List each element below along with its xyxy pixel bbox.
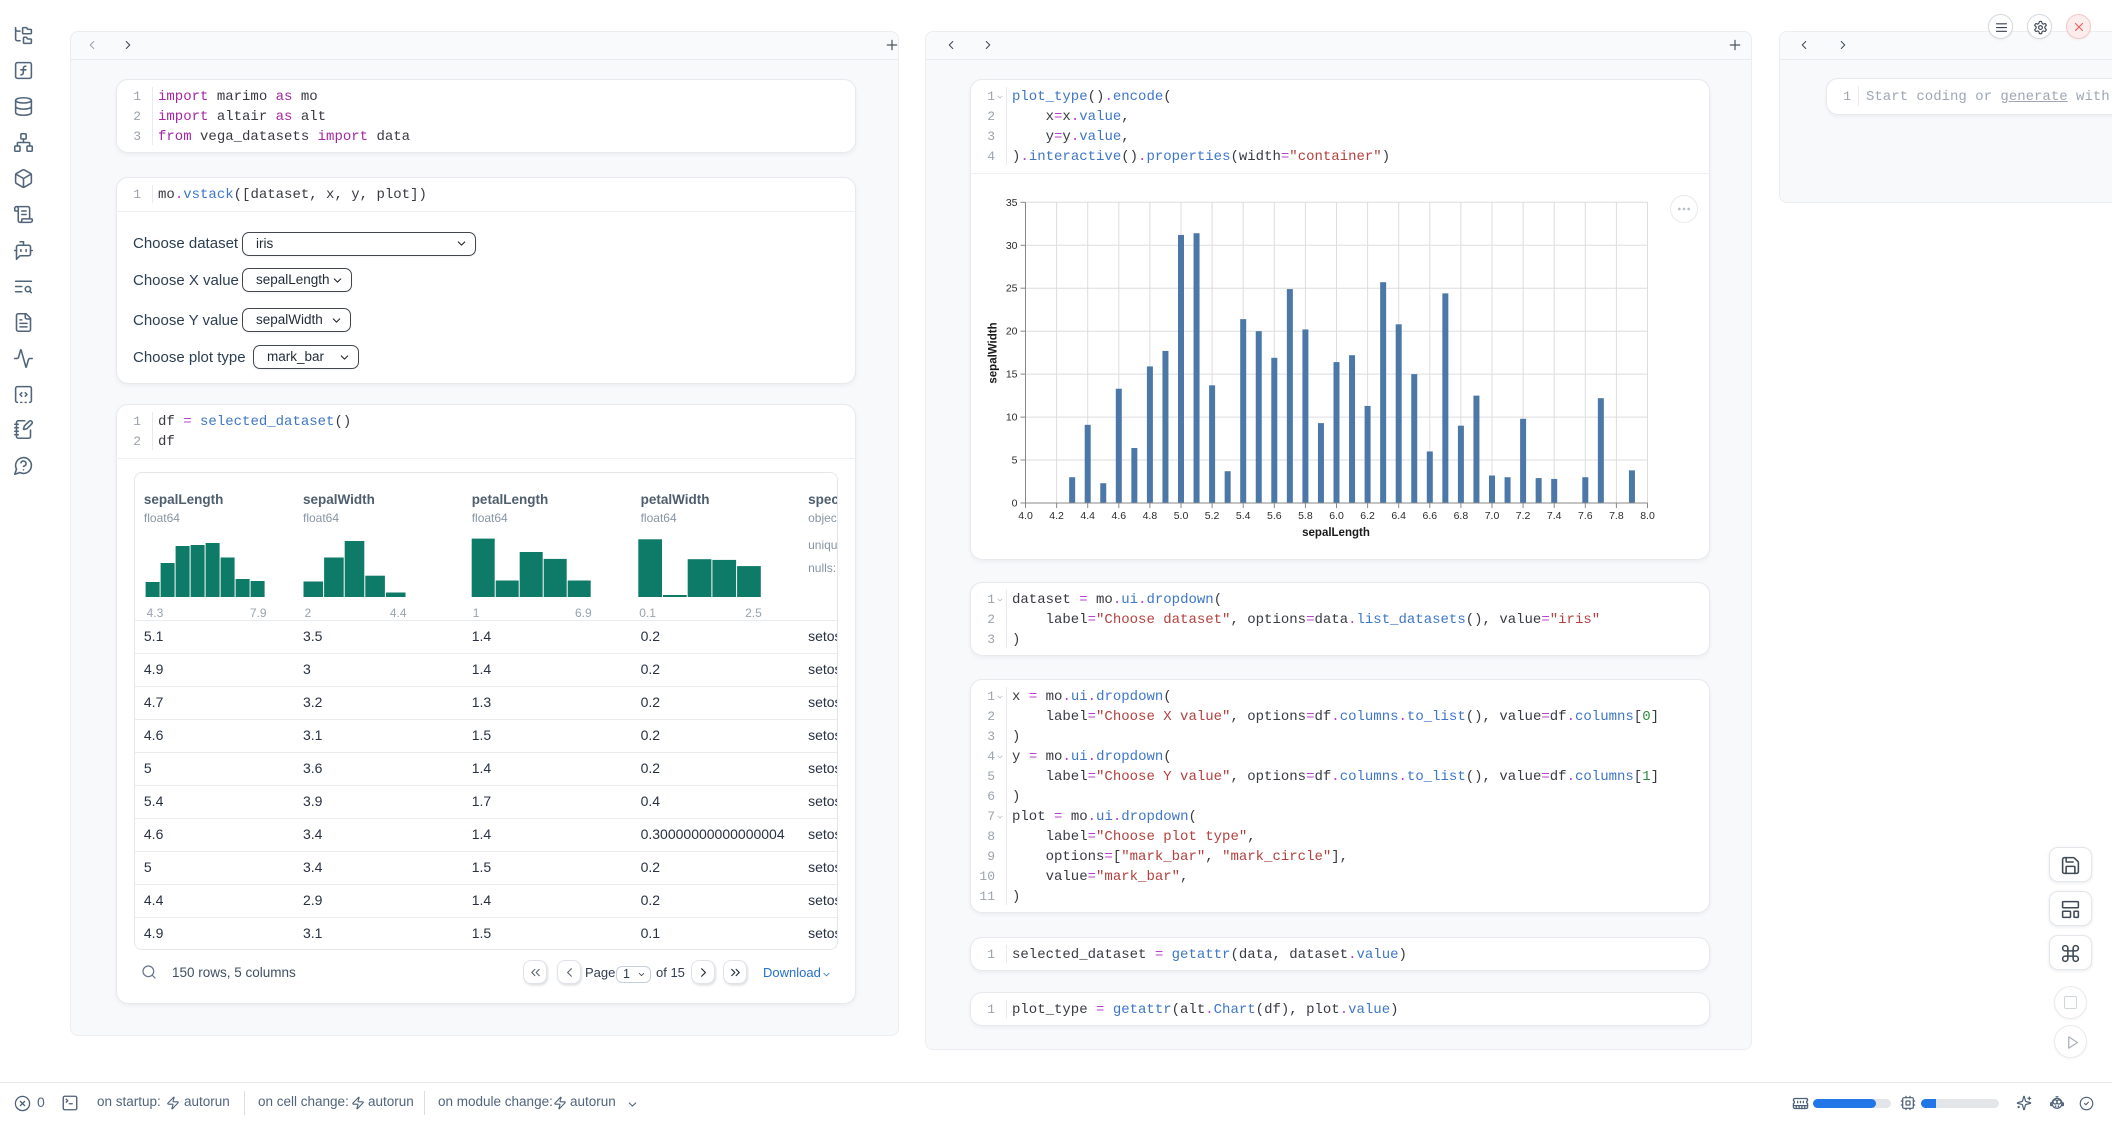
svg-text:5.0: 5.0 (1174, 510, 1189, 522)
svg-text:4.6: 4.6 (1111, 510, 1126, 522)
svg-text:6.2: 6.2 (1360, 510, 1375, 522)
svg-text:25: 25 (1006, 283, 1018, 295)
svg-text:6.8: 6.8 (1454, 510, 1469, 522)
svg-text:15: 15 (1006, 369, 1018, 381)
svg-text:5.8: 5.8 (1298, 510, 1313, 522)
svg-text:30: 30 (1006, 240, 1018, 252)
svg-text:5.4: 5.4 (1236, 510, 1251, 522)
svg-text:7.8: 7.8 (1609, 510, 1624, 522)
svg-text:8.0: 8.0 (1640, 510, 1655, 522)
svg-text:6.0: 6.0 (1329, 510, 1344, 522)
svg-text:sepalWidth: sepalWidth (988, 322, 1000, 383)
svg-text:5: 5 (1012, 455, 1018, 467)
svg-text:4.8: 4.8 (1143, 510, 1158, 522)
svg-text:7.0: 7.0 (1485, 510, 1500, 522)
svg-text:4.0: 4.0 (1018, 510, 1033, 522)
svg-text:6.6: 6.6 (1422, 510, 1437, 522)
svg-text:5.6: 5.6 (1267, 510, 1282, 522)
svg-text:7.4: 7.4 (1547, 510, 1562, 522)
svg-text:4.2: 4.2 (1049, 510, 1064, 522)
svg-text:35: 35 (1006, 197, 1018, 209)
svg-text:4.4: 4.4 (1080, 510, 1095, 522)
svg-text:0: 0 (1012, 498, 1018, 510)
svg-text:5.2: 5.2 (1205, 510, 1220, 522)
svg-text:sepalLength: sepalLength (1302, 527, 1370, 539)
svg-text:6.4: 6.4 (1391, 510, 1406, 522)
svg-text:7.6: 7.6 (1578, 510, 1593, 522)
svg-text:20: 20 (1006, 326, 1018, 338)
svg-text:10: 10 (1006, 412, 1018, 424)
svg-text:7.2: 7.2 (1516, 510, 1531, 522)
